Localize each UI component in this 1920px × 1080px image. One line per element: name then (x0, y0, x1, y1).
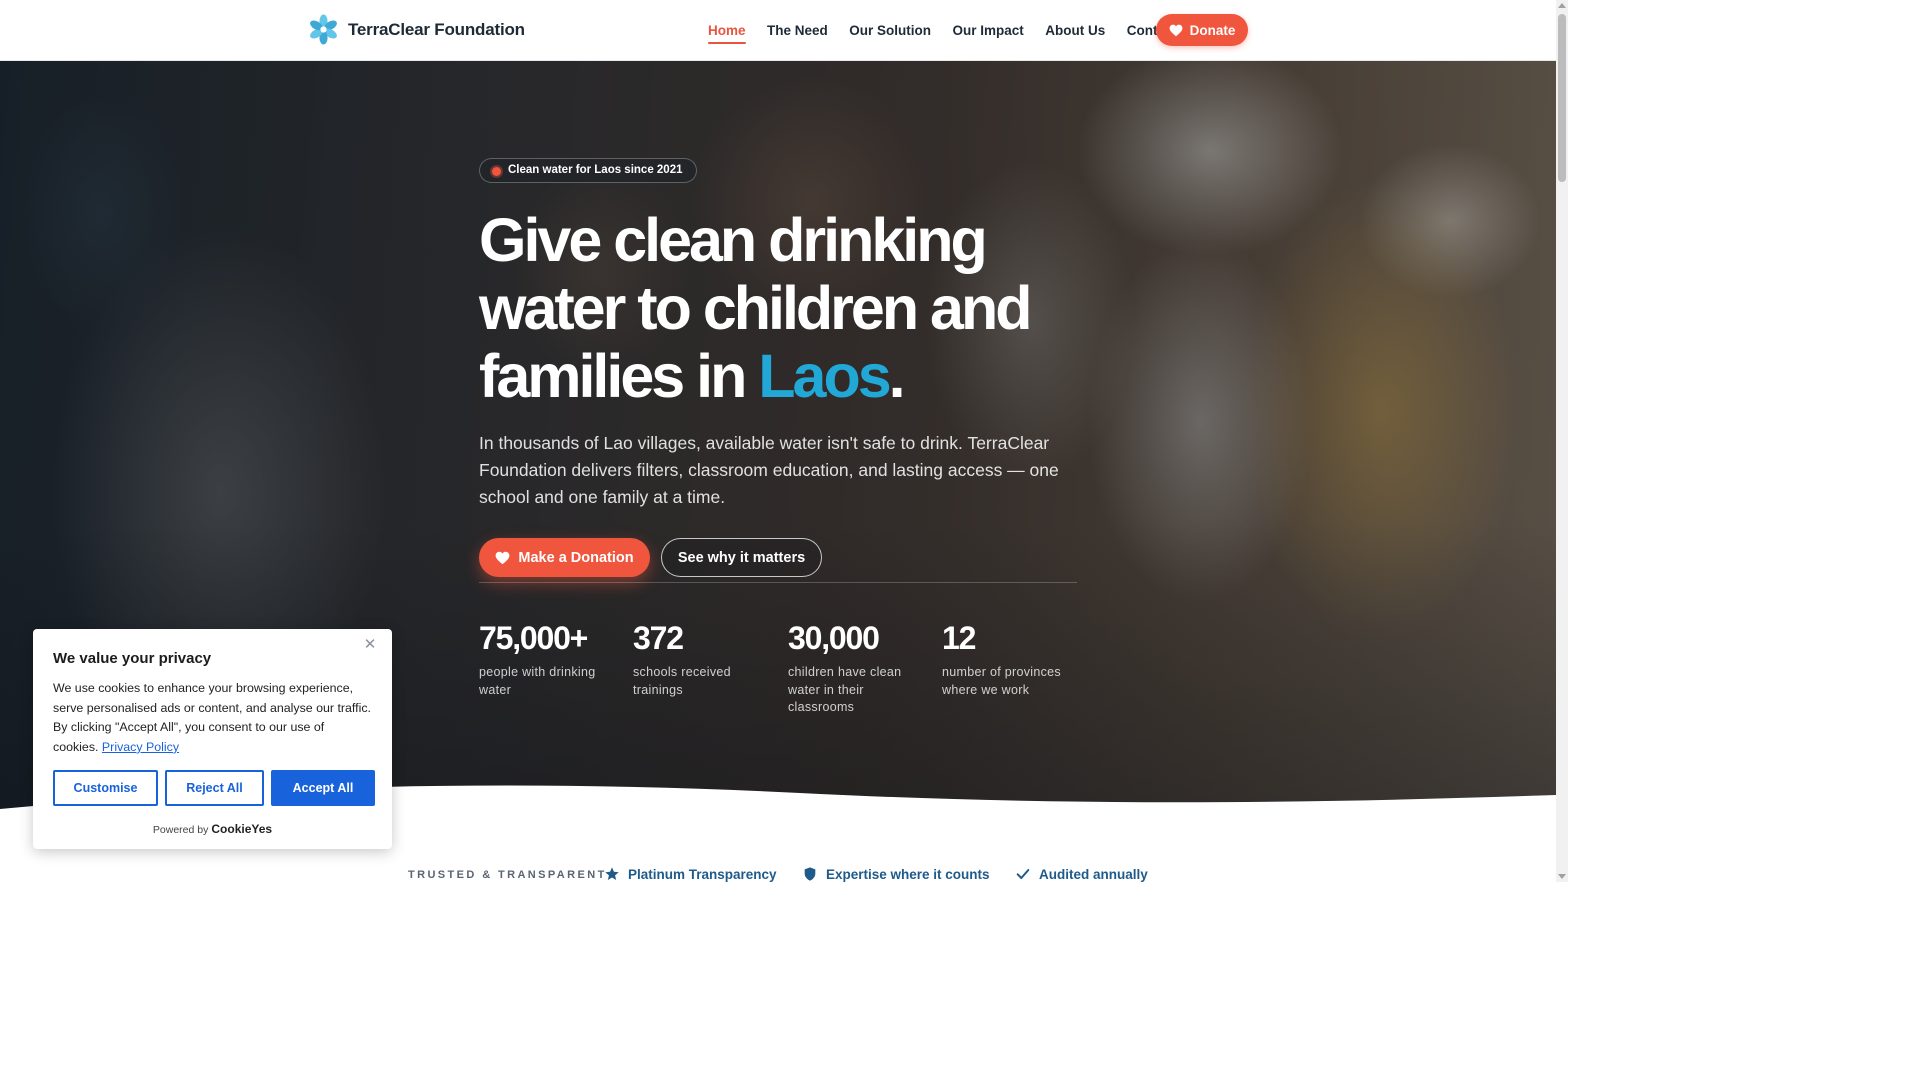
nav-our-impact[interactable]: Our Impact (953, 23, 1024, 38)
stat-value: 30,000 (788, 620, 880, 656)
cookie-title: We value your privacy (53, 650, 212, 667)
stat-value: 372 (633, 620, 684, 656)
stat-children: 30,000 children have clean water in thei… (788, 618, 928, 717)
accept-all-button[interactable]: Accept All (271, 770, 375, 806)
nav-home[interactable]: Home (708, 23, 746, 44)
cookie-actions: Customise Reject All Accept All (53, 770, 375, 806)
privacy-policy-link[interactable]: Privacy Policy (102, 740, 179, 754)
cookie-powered-by: Powered by CookieYes (33, 822, 392, 836)
brand-name: TerraClear Foundation (348, 19, 525, 39)
hero-headline: Give clean drinking water to children an… (479, 206, 1119, 410)
nav-the-need[interactable]: The Need (767, 23, 828, 38)
stat-label: people with drinking water (479, 665, 596, 697)
reject-all-button[interactable]: Reject All (165, 770, 264, 806)
stat-label: number of provinces where we work (942, 665, 1061, 697)
make-donation-label: Make a Donation (518, 549, 634, 566)
donate-label: Donate (1189, 22, 1236, 38)
trust-item-expertise: Expertise where it counts (802, 866, 990, 882)
heart-icon (1169, 24, 1183, 36)
stat-provinces: 12 number of provinces where we work (942, 618, 1082, 699)
stat-label: schools received trainings (633, 665, 731, 697)
scroll-up-icon[interactable] (1558, 3, 1566, 8)
headline-accent: Laos (758, 342, 891, 410)
cookie-body: We use cookies to enhance your browsing … (53, 681, 371, 754)
site-header: TerraClear Foundation Home The Need Our … (0, 0, 1556, 61)
customise-button[interactable]: Customise (53, 770, 158, 806)
see-why-button[interactable]: See why it matters (661, 538, 822, 577)
trust-item-label: Audited annually (1039, 866, 1148, 882)
cookieyes-logo: CookieYes (211, 822, 273, 836)
trust-item-label: Platinum Transparency (628, 866, 777, 882)
close-icon[interactable]: ✕ (362, 637, 378, 653)
page-scrollbar[interactable] (1556, 0, 1568, 882)
trust-item-platinum: Platinum Transparency (604, 866, 777, 882)
see-why-label: See why it matters (677, 549, 806, 566)
badge-dot-icon (492, 166, 501, 176)
trust-item-label: Expertise where it counts (826, 866, 990, 882)
main-nav: Home The Need Our Solution Our Impact Ab… (708, 0, 1199, 61)
powered-by-label: Powered by (152, 824, 209, 836)
nav-about-us[interactable]: About Us (1045, 23, 1105, 38)
stat-schools: 372 schools received trainings (633, 618, 773, 699)
trust-item-audited: Audited annually (1015, 866, 1148, 882)
make-donation-button[interactable]: Make a Donation (479, 538, 650, 577)
cookie-consent-banner: ✕ We value your privacy We use cookies t… (33, 629, 392, 849)
headline-end: . (888, 342, 906, 410)
heart-icon (496, 551, 510, 564)
check-icon (1016, 869, 1030, 879)
scroll-down-icon[interactable] (1558, 874, 1566, 879)
hero-divider (479, 582, 1077, 583)
hero-lead: In thousands of Lao villages, available … (479, 433, 1059, 507)
stat-people: 75,000+ people with drinking water (479, 618, 619, 699)
headline-main: Give clean drinking water to children an… (479, 206, 1032, 410)
badge-text: Clean water for Laos since 2021 (508, 164, 683, 176)
stat-value: 75,000+ (479, 620, 588, 656)
stat-value: 12 (942, 620, 976, 656)
donate-button[interactable]: Donate (1156, 14, 1248, 46)
trust-title: TRUSTED & TRANSPARENT (408, 869, 607, 881)
shield-icon (804, 867, 816, 881)
cookie-text: We use cookies to enhance your browsing … (53, 679, 372, 757)
hero-badge: Clean water for Laos since 2021 (479, 158, 697, 183)
stat-label: children have clean water in their class… (788, 665, 902, 714)
star-icon (605, 867, 619, 880)
nav-our-solution[interactable]: Our Solution (849, 23, 931, 38)
logo[interactable]: TerraClear Foundation (307, 13, 525, 46)
water-flower-icon (310, 14, 337, 45)
scrollbar-thumb[interactable] (1558, 14, 1566, 182)
